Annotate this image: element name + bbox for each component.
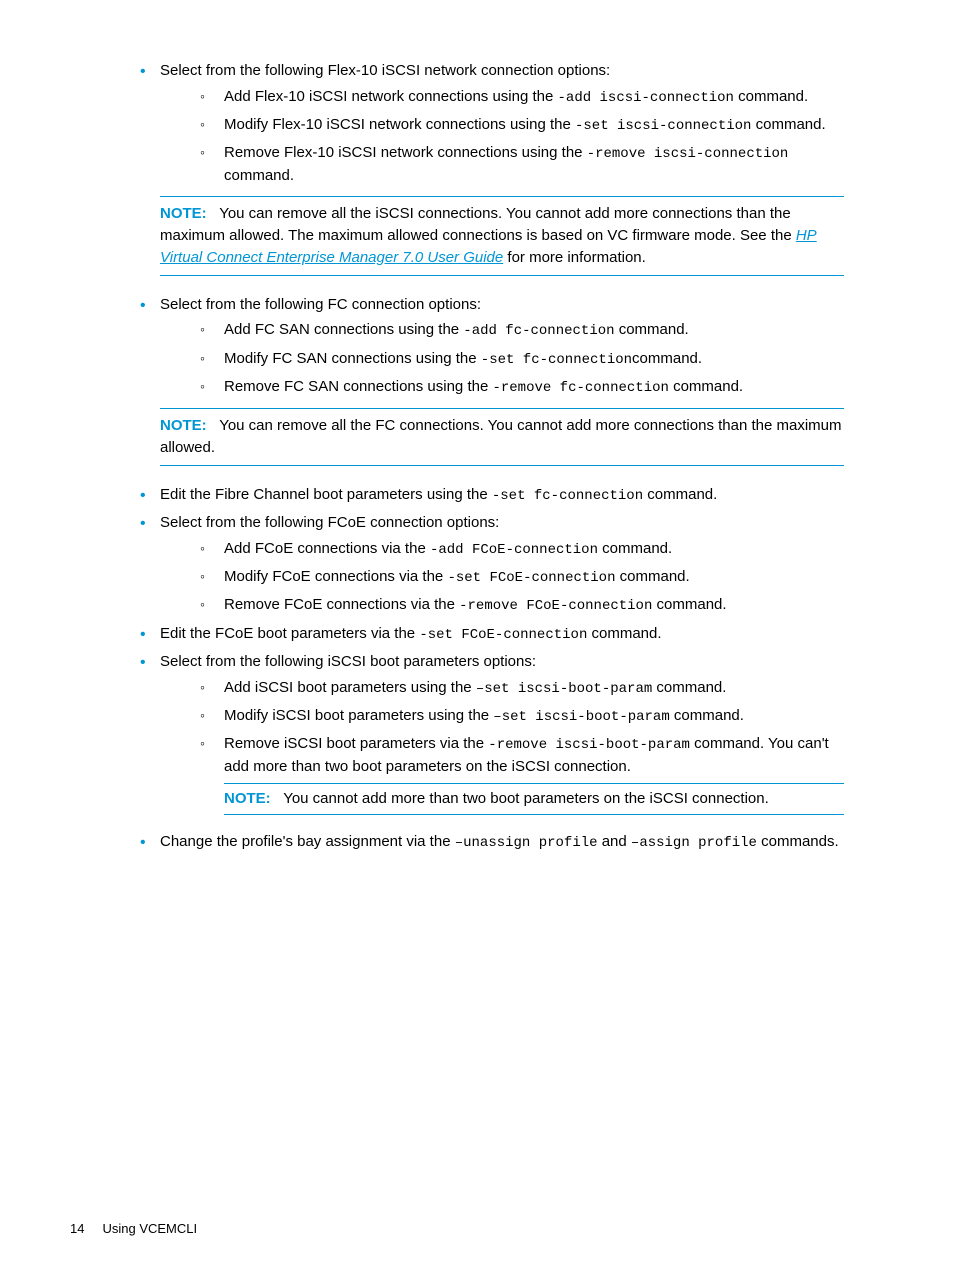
sub-list-item: Modify FC SAN connections using the -set… — [200, 348, 844, 370]
footer-title: Using VCEMCLI — [102, 1221, 197, 1236]
list-item: Select from the following iSCSI boot par… — [140, 651, 844, 815]
list-item: Select from the following FC connection … — [140, 294, 844, 466]
sub-list-item: Remove FC SAN connections using the -rem… — [200, 376, 844, 398]
sub-list-item: Remove Flex-10 iSCSI network connections… — [200, 142, 844, 186]
section-intro: Select from the following Flex-10 iSCSI … — [160, 62, 610, 79]
sub-list-item: Modify FCoE connections via the -set FCo… — [200, 566, 844, 588]
section-intro: Select from the following FC connection … — [160, 296, 481, 313]
document-content: Select from the following Flex-10 iSCSI … — [120, 60, 844, 853]
note-box: NOTE: You cannot add more than two boot … — [224, 783, 844, 815]
sub-list-item: Modify Flex-10 iSCSI network connections… — [200, 114, 844, 136]
sub-list-item: Add iSCSI boot parameters using the –set… — [200, 677, 844, 699]
list-item: Select from the following Flex-10 iSCSI … — [140, 60, 844, 276]
note-box: NOTE: You can remove all the iSCSI conne… — [160, 196, 844, 275]
sub-list-item: Add FCoE connections via the -add FCoE-c… — [200, 538, 844, 560]
list-item: Edit the Fibre Channel boot parameters u… — [140, 484, 844, 506]
sub-list-item: Add Flex-10 iSCSI network connections us… — [200, 86, 844, 108]
sub-list-item: Modify iSCSI boot parameters using the –… — [200, 705, 844, 727]
note-label: NOTE: — [160, 205, 207, 222]
sub-list-item: Add FC SAN connections using the -add fc… — [200, 319, 844, 341]
list-item: Edit the FCoE boot parameters via the -s… — [140, 623, 844, 645]
sub-list-item: Remove FCoE connections via the -remove … — [200, 594, 844, 616]
section-intro: Select from the following iSCSI boot par… — [160, 653, 536, 670]
list-item: Select from the following FCoE connectio… — [140, 512, 844, 617]
note-box: NOTE: You can remove all the FC connecti… — [160, 408, 844, 466]
section-intro: Select from the following FCoE connectio… — [160, 514, 499, 531]
note-label: NOTE: — [224, 790, 271, 807]
sub-list-item: Remove iSCSI boot parameters via the -re… — [200, 733, 844, 815]
list-item: Change the profile's bay assignment via … — [140, 831, 844, 853]
page-footer: 14 Using VCEMCLI — [70, 1220, 197, 1239]
note-label: NOTE: — [160, 417, 207, 434]
page-number: 14 — [70, 1220, 84, 1239]
